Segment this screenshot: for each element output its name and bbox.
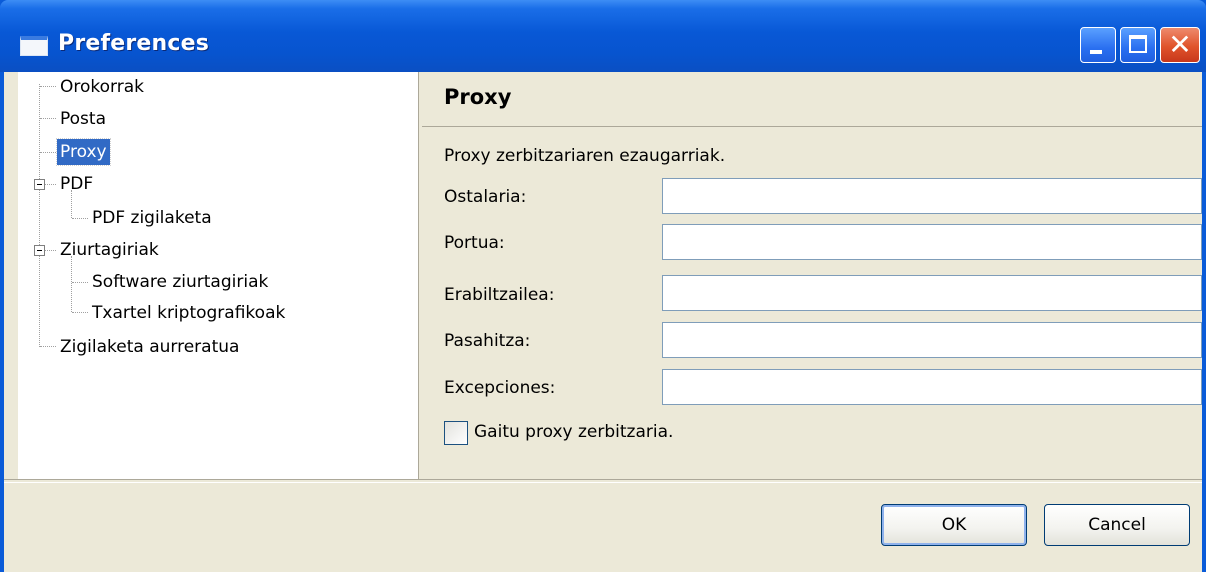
close-icon: ✕ xyxy=(1168,28,1192,61)
tree-item-posta[interactable]: Posta xyxy=(60,106,106,132)
dialog-client-area: Orokorrak Posta Proxy PDF PDF zigilaketa… xyxy=(4,72,1202,572)
preferences-tree[interactable]: Orokorrak Posta Proxy PDF PDF zigilaketa… xyxy=(18,72,419,479)
tree-item-software-ziurtagiriak[interactable]: Software ziurtagiriak xyxy=(92,269,268,295)
password-label: Pasahitza: xyxy=(444,331,531,351)
tree-item-ziurtagiriak[interactable]: Ziurtagiriak xyxy=(60,237,159,263)
port-input[interactable] xyxy=(662,224,1202,260)
title-bar[interactable]: Preferences ✕ xyxy=(0,0,1206,72)
tree-connector xyxy=(71,256,72,312)
port-label: Portua: xyxy=(444,233,505,253)
tree-connector xyxy=(72,282,88,283)
tree-connector xyxy=(40,346,56,347)
username-label: Erabiltzailea: xyxy=(444,285,555,305)
close-button[interactable]: ✕ xyxy=(1160,27,1200,63)
username-input[interactable] xyxy=(662,275,1202,311)
host-input[interactable] xyxy=(662,178,1202,214)
window-title: Preferences xyxy=(58,31,210,56)
minimize-button[interactable] xyxy=(1080,27,1116,63)
tree-item-proxy[interactable]: Proxy xyxy=(56,138,111,166)
tree-connector xyxy=(45,184,56,185)
ok-button[interactable]: OK xyxy=(881,504,1027,546)
cancel-button[interactable]: Cancel xyxy=(1044,504,1190,546)
preferences-window: Preferences ✕ Orokorrak Posta Proxy PDF … xyxy=(0,0,1206,572)
enable-proxy-label[interactable]: Gaitu proxy zerbitzaria. xyxy=(474,422,673,442)
window-icon xyxy=(20,36,48,56)
tree-item-pdf-zigilaketa[interactable]: PDF zigilaketa xyxy=(92,205,212,231)
tree-connector xyxy=(72,218,88,219)
panel-description: Proxy zerbitzariaren ezaugarriak. xyxy=(444,146,726,166)
password-input[interactable] xyxy=(662,322,1202,358)
maximize-button[interactable] xyxy=(1120,27,1156,63)
tree-connector xyxy=(40,118,56,119)
panel-title: Proxy xyxy=(444,85,512,109)
tree-connector xyxy=(40,86,56,87)
tree-connector xyxy=(72,312,88,313)
tree-item-txartel-kriptografikoak[interactable]: Txartel kriptografikoak xyxy=(92,300,285,326)
collapse-icon[interactable] xyxy=(34,179,45,190)
proxy-settings-panel: Proxy Proxy zerbitzariaren ezaugarriak. … xyxy=(422,72,1202,479)
minimize-icon xyxy=(1090,50,1102,54)
host-label: Ostalaria: xyxy=(444,187,527,207)
exceptions-label: Excepciones: xyxy=(444,378,556,398)
enable-proxy-checkbox[interactable] xyxy=(444,421,468,445)
tree-item-zigilaketa-aurreratua[interactable]: Zigilaketa aurreratua xyxy=(60,334,239,360)
tree-connector xyxy=(39,84,40,347)
exceptions-input[interactable] xyxy=(662,369,1202,405)
footer-divider xyxy=(4,479,1202,483)
tree-connector xyxy=(40,152,56,153)
tree-item-pdf[interactable]: PDF xyxy=(60,171,93,197)
maximize-icon xyxy=(1129,35,1147,53)
panel-header: Proxy xyxy=(422,72,1202,127)
tree-item-orokorrak[interactable]: Orokorrak xyxy=(60,74,144,100)
collapse-icon[interactable] xyxy=(34,245,45,256)
tree-connector xyxy=(45,250,56,251)
